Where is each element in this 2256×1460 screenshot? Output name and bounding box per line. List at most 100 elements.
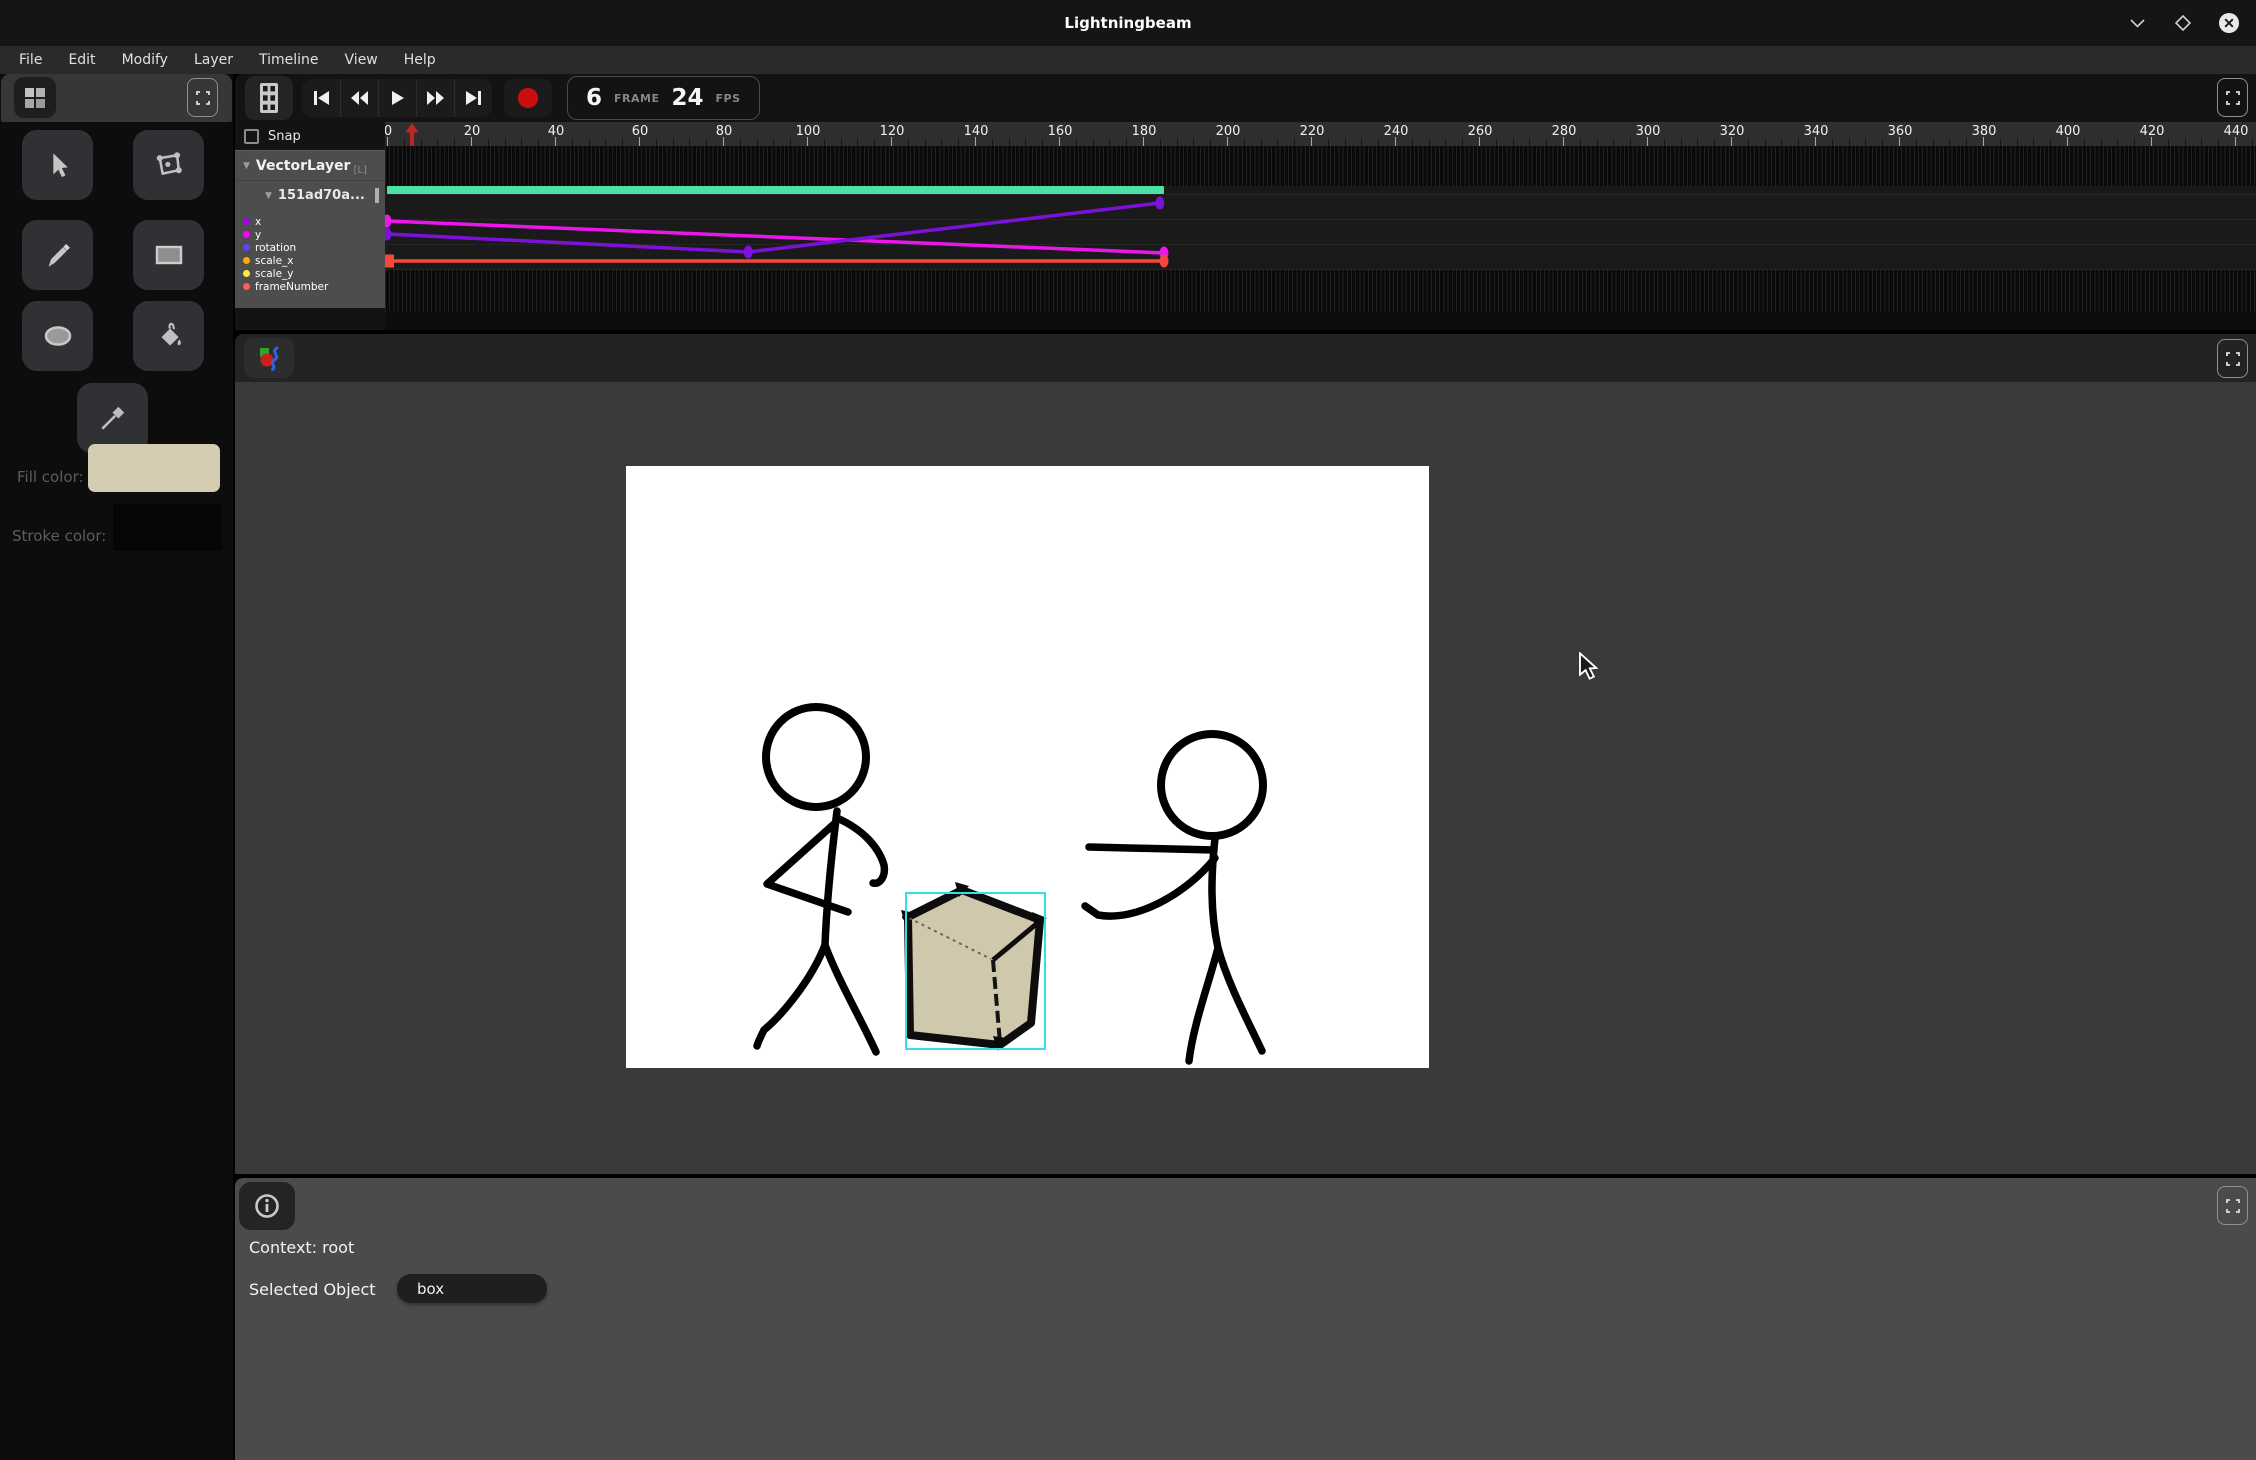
canvas-header	[235, 334, 2256, 382]
menu-file[interactable]: File	[6, 46, 55, 74]
pencil-icon	[44, 241, 72, 269]
menu-view[interactable]: View	[332, 46, 391, 74]
menu-modify[interactable]: Modify	[109, 46, 181, 74]
skip-to-end-button[interactable]	[454, 79, 492, 117]
collapse-triangle-icon[interactable]: ▼	[243, 161, 250, 171]
property-row-x[interactable]: x	[235, 215, 385, 228]
menu-help[interactable]: Help	[391, 46, 449, 74]
select-tool-button[interactable]	[22, 130, 93, 200]
menu-timeline[interactable]: Timeline	[246, 46, 332, 74]
paint-bucket-tool-button[interactable]	[133, 301, 204, 371]
close-icon	[2218, 12, 2240, 34]
info-tab-button[interactable]	[239, 1182, 295, 1230]
maximize-button[interactable]	[2172, 12, 2194, 34]
stage[interactable]	[626, 466, 1429, 1068]
info-icon	[254, 1193, 280, 1219]
stroke-color-label: Stroke color:	[12, 527, 106, 545]
window-title: Lightningbeam	[0, 0, 2256, 46]
apps-grid-button[interactable]	[14, 77, 56, 118]
property-color-dot	[243, 244, 250, 251]
property-row-framenumber[interactable]: frameNumber	[235, 280, 385, 293]
tools-sidebar: Fill color: Stroke color:	[0, 74, 233, 1460]
timeline-ruler[interactable]: 0204060801001201401601802002202402602803…	[385, 122, 2256, 146]
property-color-dot	[243, 218, 250, 225]
canvas-expand-button[interactable]	[2217, 339, 2248, 378]
menubar: File Edit Modify Layer Timeline View Hel…	[0, 46, 2256, 74]
playhead[interactable]	[405, 123, 419, 146]
play-icon	[390, 90, 405, 106]
frame-label: FRAME	[614, 92, 659, 105]
layer-row-vectorlayer[interactable]: ▼ VectorLayer [L]	[235, 150, 385, 180]
timeline-filler	[385, 312, 2256, 330]
fast-forward-button[interactable]	[416, 79, 454, 117]
layer-bar-row	[385, 186, 2256, 194]
instance-name: 151ad70a...	[278, 188, 365, 203]
canvas-area[interactable]	[235, 382, 2256, 1174]
selected-object-input[interactable]: box	[397, 1274, 547, 1303]
property-row-y[interactable]: y	[235, 228, 385, 241]
mouse-cursor	[1578, 652, 1602, 680]
stage-tab-button[interactable]	[244, 338, 294, 378]
skip-start-icon	[312, 90, 330, 106]
grid-icon	[24, 87, 46, 109]
tools-header	[1, 74, 232, 122]
fast-forward-icon	[426, 90, 445, 106]
fps-label: FPS	[716, 92, 741, 105]
stroke-color-swatch[interactable]	[113, 504, 222, 551]
inspector-expand-button[interactable]	[2217, 1186, 2248, 1225]
minimize-button[interactable]	[2126, 12, 2148, 34]
layer-badge: [L]	[353, 165, 366, 176]
fullscreen-icon	[2226, 1199, 2240, 1213]
vector-shapes-icon	[256, 345, 282, 371]
ellipse-icon	[41, 323, 75, 349]
property-color-dot	[243, 283, 250, 290]
property-color-dot	[243, 231, 250, 238]
transform-icon	[154, 150, 184, 180]
frame-grid-bottom[interactable]	[385, 270, 2256, 312]
tools-expand-button[interactable]	[187, 78, 218, 117]
eyedropper-tool-button[interactable]	[77, 383, 148, 453]
rectangle-icon	[154, 242, 184, 268]
film-strip-icon	[259, 83, 279, 113]
fullscreen-icon	[196, 91, 210, 105]
property-color-dot	[243, 270, 250, 277]
menu-layer[interactable]: Layer	[181, 46, 246, 74]
record-button[interactable]	[504, 79, 552, 117]
fullscreen-icon	[2226, 91, 2240, 105]
transform-tool-button[interactable]	[133, 130, 204, 200]
keyframe-curve-area[interactable]	[385, 194, 2256, 270]
timeline-tracks[interactable]: 0204060801001201401601802002202402602803…	[385, 122, 2256, 330]
ellipse-tool-button[interactable]	[22, 301, 93, 371]
fps-value: 24	[671, 85, 703, 111]
menu-edit[interactable]: Edit	[55, 46, 108, 74]
property-row-scale-x[interactable]: scale_x	[235, 254, 385, 267]
inspector-panel: Context: root Selected Object box	[235, 1178, 2256, 1460]
rewind-icon	[350, 90, 369, 106]
context-text: Context: root	[249, 1238, 354, 1257]
frame-grid-top[interactable]	[385, 146, 2256, 186]
collapse-triangle-icon[interactable]: ▼	[265, 191, 272, 201]
snap-option[interactable]: Snap	[235, 122, 385, 150]
fill-color-swatch[interactable]	[88, 444, 220, 492]
close-button[interactable]	[2218, 12, 2240, 34]
layer-duration-bar[interactable]	[387, 186, 1164, 194]
skip-to-start-button[interactable]	[302, 79, 340, 117]
timeline-menu-button[interactable]	[245, 76, 293, 120]
canvas-panel	[235, 334, 2256, 1174]
timeline-expand-button[interactable]	[2217, 78, 2248, 117]
snap-label: Snap	[268, 129, 301, 144]
selected-object-label: Selected Object	[249, 1280, 376, 1299]
property-row-rotation[interactable]: rotation	[235, 241, 385, 254]
snap-checkbox[interactable]	[244, 129, 259, 144]
instance-row[interactable]: ▼ 151ad70a... ~	[235, 180, 385, 210]
pencil-tool-button[interactable]	[22, 220, 93, 290]
eyedropper-icon	[98, 403, 128, 433]
playback-controls	[302, 79, 492, 117]
timeline-panel: 6 FRAME 24 FPS Snap	[235, 74, 2256, 330]
property-row-scale-y[interactable]: scale_y	[235, 267, 385, 280]
play-button[interactable]	[378, 79, 416, 117]
rewind-button[interactable]	[340, 79, 378, 117]
diamond-icon	[2175, 15, 2191, 31]
instance-visibility-button[interactable]	[375, 188, 379, 203]
rectangle-tool-button[interactable]	[133, 220, 204, 290]
